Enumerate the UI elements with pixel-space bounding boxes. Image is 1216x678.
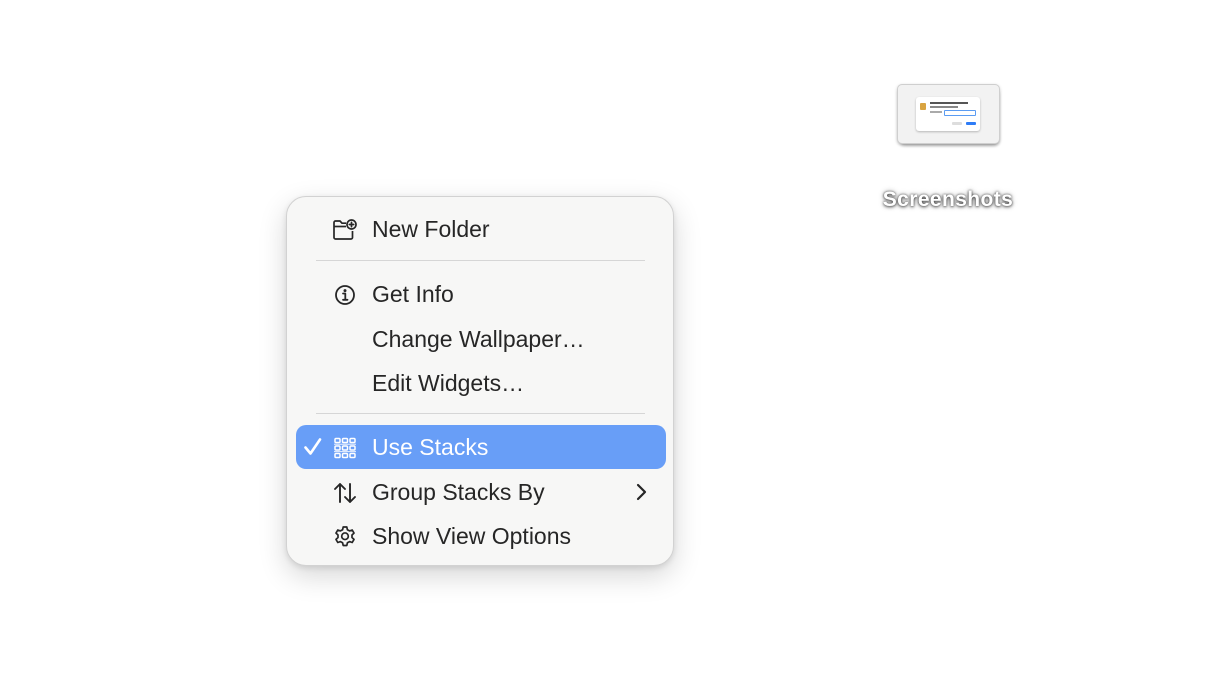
menu-item-label: Edit Widgets… (372, 370, 525, 396)
desktop-context-menu: New Folder Get Info Change Wallpaper… Ed… (286, 196, 674, 566)
screenshot-stack-icon[interactable] (897, 84, 1000, 146)
stack-card-front (897, 84, 1000, 144)
menu-item-label: Use Stacks (372, 434, 489, 460)
menu-item-new-folder[interactable]: New Folder (296, 207, 666, 251)
menu-item-edit-widgets[interactable]: Edit Widgets… (296, 361, 666, 405)
menu-separator (316, 413, 645, 414)
menu-item-change-wallpaper[interactable]: Change Wallpaper… (296, 317, 666, 361)
new-folder-icon (332, 217, 358, 243)
checkmark-icon (302, 435, 324, 459)
stack-label[interactable]: Screenshots (868, 188, 1028, 212)
menu-separator (316, 260, 645, 261)
menu-item-get-info[interactable]: Get Info (296, 272, 666, 316)
menu-item-label: New Folder (372, 216, 490, 242)
menu-item-label: Change Wallpaper… (372, 326, 585, 352)
menu-item-label: Show View Options (372, 523, 572, 549)
screenshots-stack[interactable]: Screenshots (868, 76, 1028, 226)
menu-item-show-view-options[interactable]: Show View Options (296, 514, 666, 558)
info-icon (332, 282, 358, 308)
screenshot-thumbnail (916, 97, 980, 131)
sort-arrows-icon (332, 480, 358, 506)
desktop[interactable]: Screenshots New Folder Get Info Change W… (0, 0, 1216, 678)
menu-item-label: Group Stacks By (372, 479, 545, 505)
menu-item-label: Get Info (372, 281, 454, 307)
stacks-grid-icon (332, 435, 358, 461)
menu-item-group-stacks-by[interactable]: Group Stacks By (296, 470, 666, 514)
menu-item-use-stacks[interactable]: Use Stacks (296, 425, 666, 469)
gear-icon (332, 524, 358, 550)
chevron-right-icon (634, 482, 648, 502)
